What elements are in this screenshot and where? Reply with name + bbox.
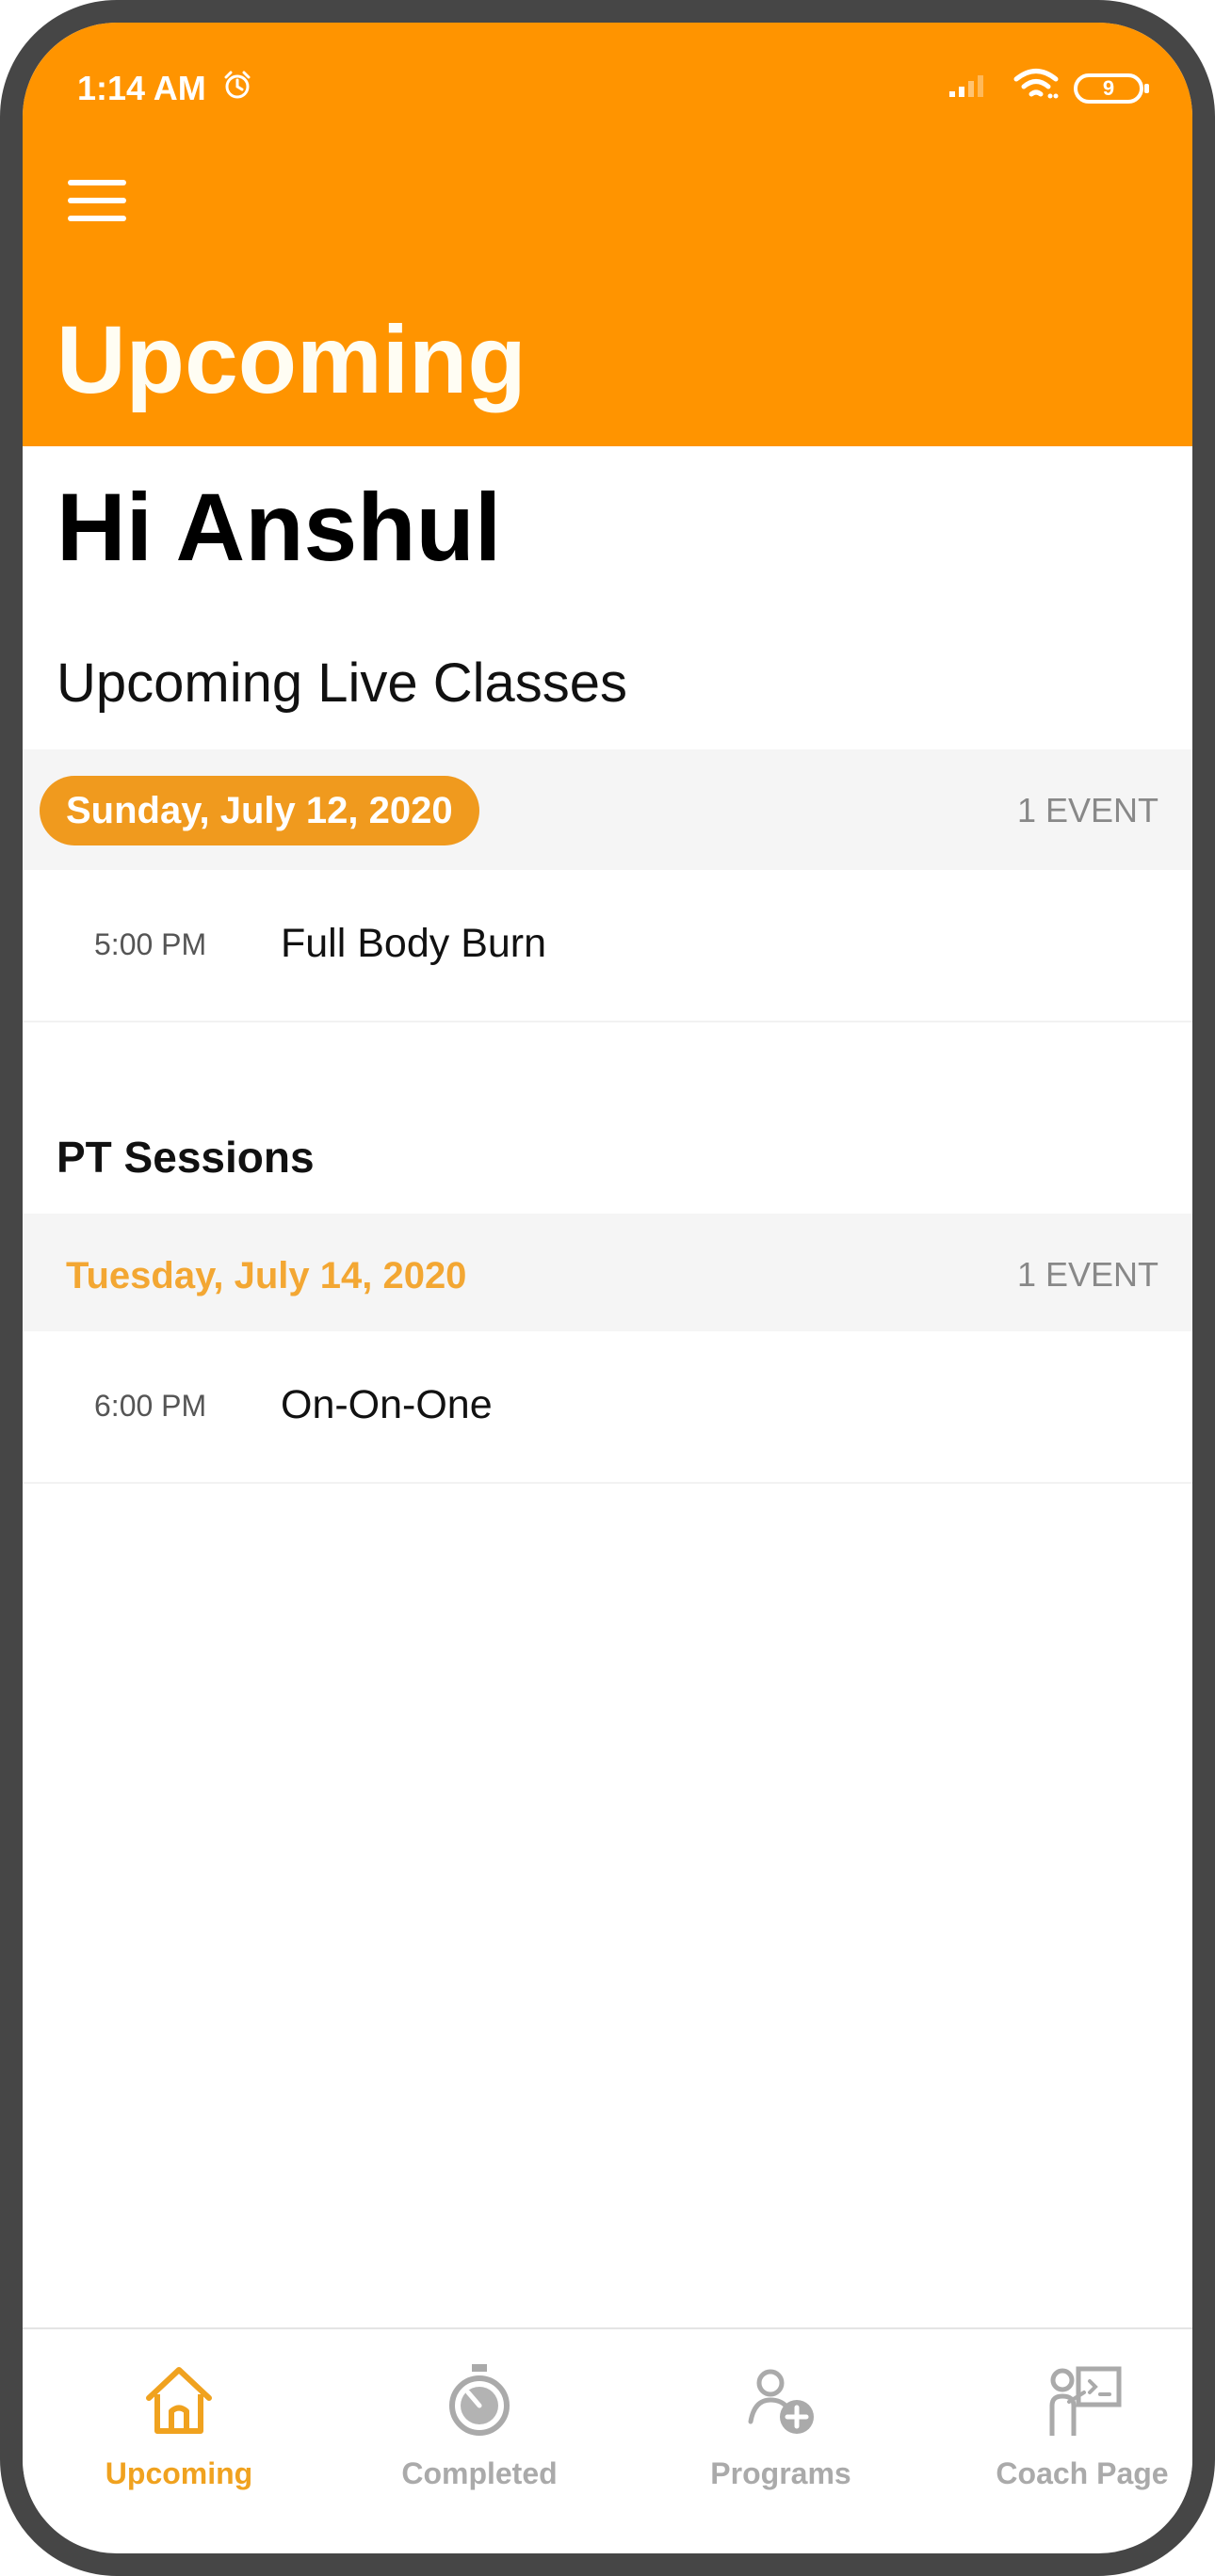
home-indicator <box>403 2563 814 2574</box>
greeting: Hi Anshul <box>57 474 502 581</box>
stopwatch-icon <box>439 2359 520 2442</box>
event-row-on-on-one[interactable]: 6:00 PM On-On-One <box>23 1331 1192 1484</box>
wifi-icon <box>1012 67 1061 111</box>
nav-label: Completed <box>401 2456 558 2490</box>
coach-board-icon <box>1042 2359 1123 2442</box>
status-time: 1:14 AM <box>77 69 206 107</box>
nav-completed-tab[interactable]: Completed <box>338 2359 621 2501</box>
battery-level: 9 <box>1102 76 1115 100</box>
live-class-date-header: Sunday, July 12, 2020 1 EVENT <box>23 749 1192 870</box>
home-icon <box>138 2359 219 2442</box>
nav-label: Upcoming <box>105 2456 253 2490</box>
app-header: 1:14 AM 9 Upcoming <box>23 23 1192 446</box>
pt-session-date[interactable]: Tuesday, July 14, 2020 <box>66 1249 466 1302</box>
hamburger-menu-icon <box>68 180 126 221</box>
battery-icon: 9 <box>1074 72 1151 105</box>
nav-coach-page-tab[interactable]: Coach Page <box>941 2359 1192 2501</box>
nav-label: Coach Page <box>996 2456 1169 2490</box>
live-classes-title: Upcoming Live Classes <box>57 652 628 714</box>
status-bar: 1:14 AM 9 <box>77 60 1151 117</box>
event-time: 6:00 PM <box>94 1389 207 1423</box>
pt-sessions-title: PT Sessions <box>57 1133 315 1182</box>
event-count: 1 EVENT <box>1016 1255 1158 1294</box>
event-name: On-On-One <box>281 1382 493 1427</box>
nav-label: Programs <box>710 2456 851 2490</box>
event-time: 5:00 PM <box>94 927 207 961</box>
bottom-navigation: Upcoming Completed Programs Coach Page <box>23 2327 1192 2518</box>
user-add-icon <box>740 2359 821 2442</box>
event-name: Full Body Burn <box>281 921 547 966</box>
status-left: 1:14 AM <box>77 69 253 109</box>
alarm-clock-icon <box>221 69 253 109</box>
cell-signal-icon <box>946 69 998 109</box>
selected-date-pill[interactable]: Sunday, July 12, 2020 <box>40 776 479 845</box>
pt-session-date-header: Tuesday, July 14, 2020 1 EVENT <box>23 1214 1192 1334</box>
hamburger-menu-button[interactable] <box>60 164 134 237</box>
event-count: 1 EVENT <box>1016 791 1158 829</box>
nav-upcoming-tab[interactable]: Upcoming <box>38 2359 320 2501</box>
nav-programs-tab[interactable]: Programs <box>640 2359 922 2501</box>
event-row-full-body-burn[interactable]: 5:00 PM Full Body Burn <box>23 870 1192 1022</box>
phone-frame: 1:14 AM 9 Upcoming Hi Anshul Upcoming Li… <box>0 0 1215 2576</box>
page-title: Upcoming <box>57 306 526 413</box>
status-right: 9 <box>946 67 1151 111</box>
